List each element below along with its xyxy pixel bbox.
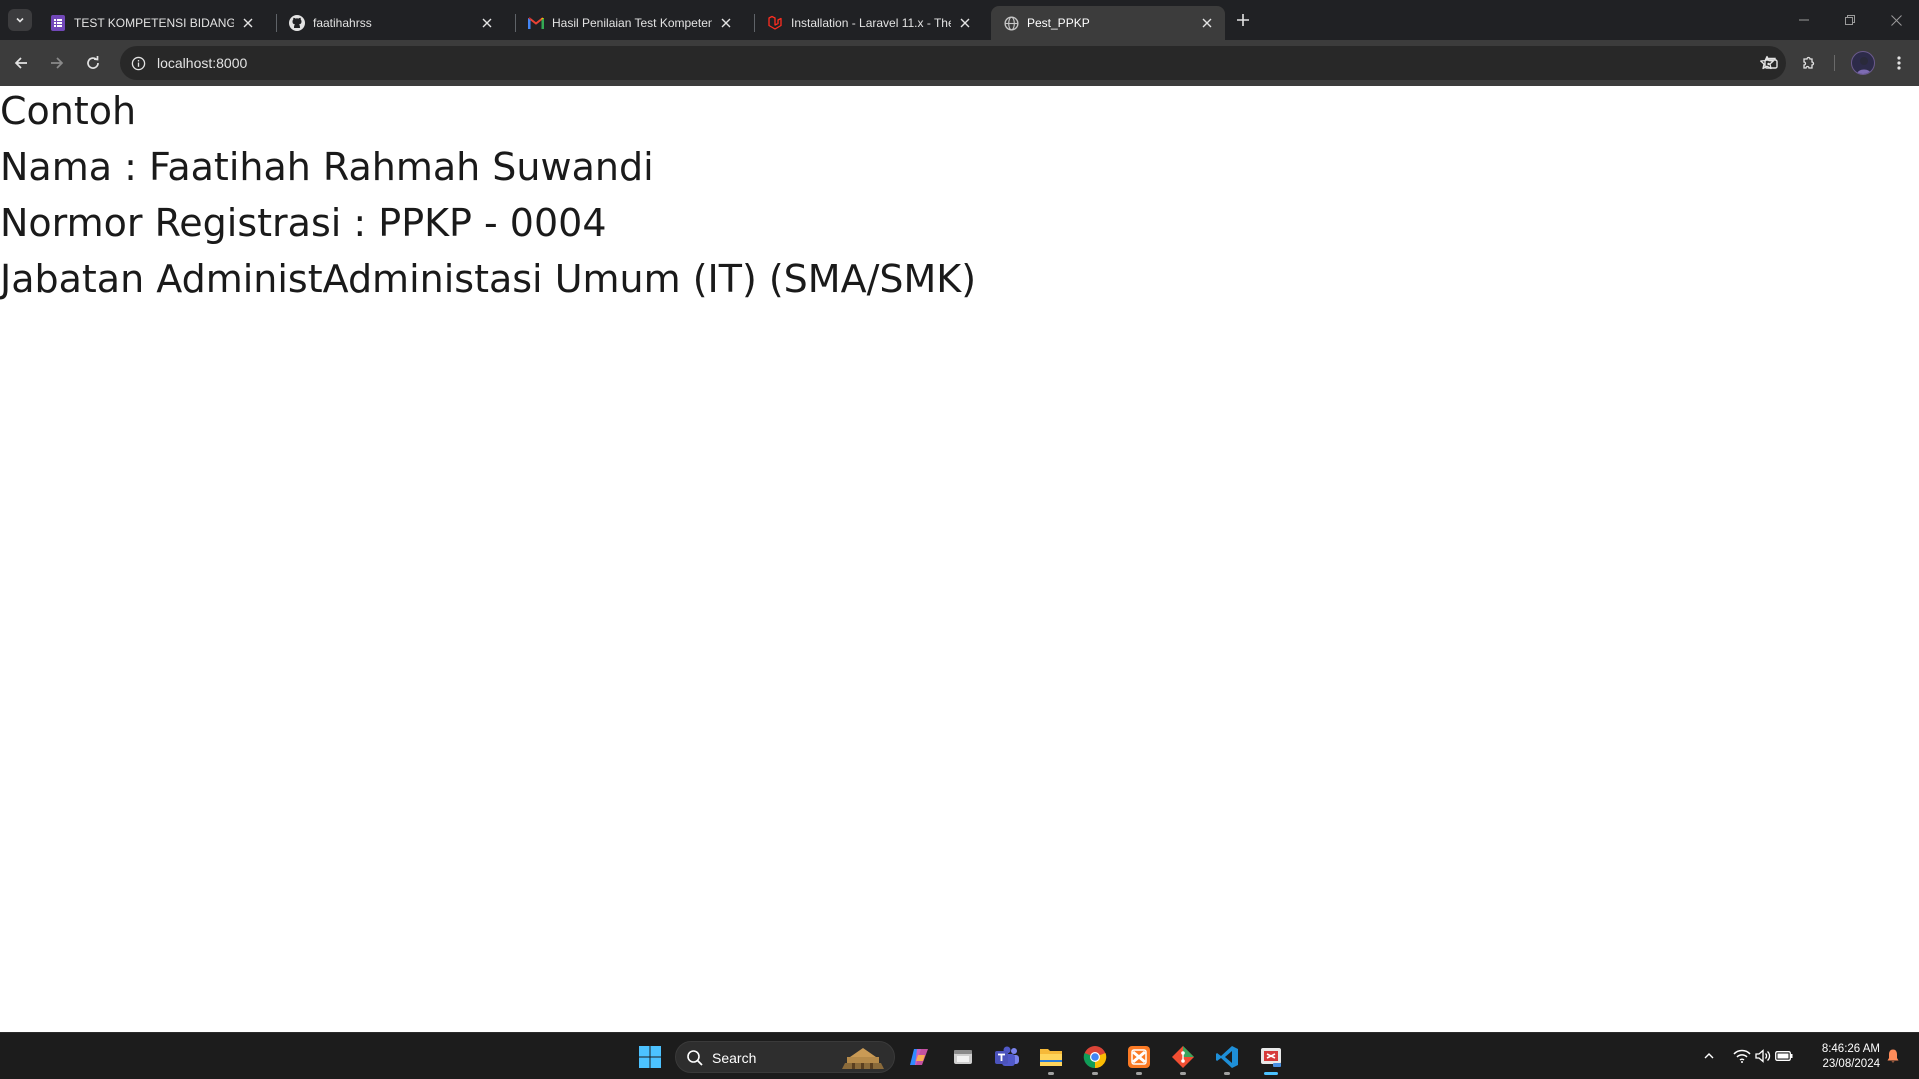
- teams-button[interactable]: [990, 1040, 1024, 1074]
- registration-line: Normor Registrasi : PPKP - 0004: [0, 201, 607, 245]
- restore-button[interactable]: [1827, 0, 1873, 40]
- new-tab-button[interactable]: [1230, 9, 1256, 31]
- close-icon[interactable]: [1199, 15, 1215, 31]
- laravel-icon: [767, 15, 783, 31]
- reload-button[interactable]: [77, 47, 109, 79]
- wifi-status[interactable]: [1733, 1047, 1751, 1065]
- git-button[interactable]: [1166, 1040, 1200, 1075]
- tab-title: Installation - Laravel 11.x - The PHP: [791, 16, 951, 30]
- search-highlight-icon: [842, 1048, 884, 1069]
- forward-button[interactable]: [41, 47, 73, 79]
- git-icon: [1172, 1046, 1194, 1068]
- github-icon: [289, 15, 305, 31]
- volume-status[interactable]: [1754, 1047, 1772, 1065]
- page-heading: Contoh: [0, 89, 137, 133]
- tab-title: Pest_PPKP: [1027, 16, 1090, 30]
- running-indicator: [1264, 1072, 1278, 1075]
- file-explorer-icon: [1040, 1049, 1062, 1066]
- plus-icon: [1237, 14, 1249, 26]
- minimize-icon: [1799, 19, 1809, 21]
- tab-laravel[interactable]: Installation - Laravel 11.x - The PHP: [755, 6, 983, 40]
- minimize-button[interactable]: [1781, 0, 1827, 40]
- tab-test-kompetensi[interactable]: TEST KOMPETENSI BIDANG: [38, 6, 266, 40]
- close-icon[interactable]: [479, 15, 495, 31]
- address-bar[interactable]: localhost:8000: [120, 46, 1786, 80]
- forms-icon: [50, 15, 66, 31]
- teams-icon: [995, 1046, 1019, 1066]
- windows-start-icon: [639, 1046, 661, 1068]
- page-content: Contoh Nama : Faatihah Rahmah Suwandi No…: [0, 86, 1919, 1032]
- arrow-left-icon: [14, 57, 27, 69]
- position-line: Jabatan AdministAdministasi Umum (IT) (S…: [0, 257, 977, 301]
- running-indicator: [1180, 1072, 1186, 1075]
- tab-title: Hasil Penilaian Test Kompetensi: [552, 16, 712, 30]
- globe-icon: [1003, 15, 1019, 31]
- search-label: Search: [712, 1050, 757, 1066]
- browser-toolbar: localhost:8000: [0, 40, 1919, 86]
- vscode-button[interactable]: [1210, 1040, 1244, 1075]
- running-indicator: [1048, 1072, 1054, 1075]
- search-icon: [687, 1050, 703, 1066]
- restore-icon: [1845, 15, 1855, 25]
- snipping-tool-button[interactable]: [1254, 1040, 1288, 1075]
- tab-search-button[interactable]: [8, 9, 32, 31]
- close-icon[interactable]: [957, 15, 973, 31]
- tab-title: TEST KOMPETENSI BIDANG: [74, 16, 234, 30]
- chrome-icon: [1083, 1046, 1107, 1069]
- vscode-icon: [1216, 1046, 1238, 1068]
- file-explorer-button[interactable]: [1034, 1040, 1068, 1075]
- cast-media-icon[interactable]: [1759, 51, 1783, 75]
- taskbar-search[interactable]: Search: [675, 1041, 895, 1073]
- clock-time: 8:46:26 AM: [1821, 1043, 1880, 1055]
- tab-github[interactable]: faatihahrss: [277, 6, 505, 40]
- chevron-up-icon: [1704, 1053, 1714, 1059]
- tab-title: faatihahrss: [313, 16, 372, 30]
- taskbar-app-window[interactable]: [946, 1040, 980, 1074]
- url-text[interactable]: localhost:8000: [157, 55, 247, 71]
- start-button[interactable]: [633, 1040, 667, 1074]
- running-indicator: [1092, 1072, 1098, 1075]
- battery-icon: [1775, 1051, 1793, 1061]
- clock-date: 23/08/2024: [1822, 1058, 1880, 1070]
- back-button[interactable]: [5, 47, 37, 79]
- snipping-tool-icon: [1261, 1048, 1281, 1067]
- close-icon[interactable]: [718, 15, 734, 31]
- toolbar-divider: [1834, 55, 1835, 71]
- close-window-button[interactable]: [1873, 0, 1919, 40]
- wifi-icon: [1733, 1049, 1751, 1063]
- copilot-icon: [910, 1049, 928, 1065]
- chrome-button[interactable]: [1078, 1040, 1112, 1075]
- tab-gmail[interactable]: Hasil Penilaian Test Kompetensi: [516, 6, 744, 40]
- copilot-button[interactable]: [902, 1040, 936, 1074]
- battery-status[interactable]: [1775, 1047, 1793, 1065]
- close-icon[interactable]: [240, 15, 256, 31]
- windows-taskbar: Search 8:46:26 AM 23/08/2024: [0, 1032, 1919, 1079]
- site-info-icon[interactable]: [130, 55, 146, 71]
- browser-tab-strip: TEST KOMPETENSI BIDANG faatihahrss Hasil…: [0, 0, 1919, 40]
- app-window-icon: [954, 1050, 972, 1064]
- tab-pest-ppkp[interactable]: Pest_PPKP: [991, 6, 1225, 40]
- close-icon: [1890, 14, 1902, 26]
- name-line: Nama : Faatihah Rahmah Suwandi: [0, 145, 654, 189]
- xampp-button[interactable]: [1122, 1040, 1156, 1075]
- speaker-icon: [1755, 1049, 1771, 1063]
- extensions-puzzle-icon[interactable]: [1797, 51, 1821, 75]
- taskbar-clock[interactable]: 8:46:26 AM 23/08/2024: [1800, 1042, 1880, 1072]
- profile-avatar[interactable]: [1851, 51, 1875, 75]
- bell-icon: [1887, 1049, 1899, 1063]
- arrow-right-icon: [51, 57, 64, 69]
- xampp-icon: [1128, 1046, 1150, 1068]
- show-hidden-icons-button[interactable]: [1700, 1047, 1718, 1065]
- notifications-button[interactable]: [1884, 1047, 1902, 1065]
- running-indicator: [1136, 1072, 1142, 1075]
- running-indicator: [1224, 1072, 1230, 1075]
- chevron-down-icon: [16, 17, 24, 23]
- gmail-icon: [528, 15, 544, 31]
- more-menu-icon[interactable]: [1887, 51, 1911, 75]
- reload-icon: [87, 56, 99, 69]
